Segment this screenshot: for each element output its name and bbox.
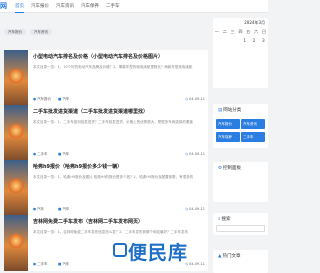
article-excerpt: 本文目录一览：1、10个好的电动汽车品牌及价格？2、哪款车型的纯电续航里程长？两… (33, 65, 193, 69)
calendar-widget: 2024年3月 一 二 三 四 五 六 日 1 2 3 (213, 18, 268, 88)
user-icon: ● (33, 207, 37, 211)
calendar-title: 2024年3月 (244, 20, 265, 25)
user-icon: ● (33, 97, 37, 101)
calendar-weekdays: 一 二 三 四 五 六 日 (213, 29, 268, 35)
user-icon: ● (33, 152, 37, 156)
weekday-label: 五 (246, 29, 251, 34)
folder-icon: ■ (58, 152, 62, 156)
gear-icon: ⚙ (218, 166, 223, 171)
article-title[interactable]: 吉林网免费二手车发布（吉林网二手车发布网页） (33, 218, 205, 225)
nav-item-news[interactable]: 汽车资讯 (56, 0, 74, 13)
site-logo[interactable]: 网 (0, 1, 7, 11)
article-thumbnail[interactable] (4, 105, 28, 161)
categories-widget: ▤网站分类 汽车报价 汽车资讯 汽车保养 二手车 (213, 104, 268, 148)
calendar-day[interactable]: 1 (243, 38, 246, 43)
article-title[interactable]: 小型电动汽车排名及价格（小型电动汽车排名及价格图片） (33, 53, 205, 60)
category-link[interactable]: 汽车报价 (216, 119, 240, 129)
article-date: ◷04-09-11 (185, 152, 205, 156)
article-card[interactable]: 哈弗h9报价（哈弗h9报价多少钱一辆） 本文目录一览：1、哈弗H9报价及图片 哈… (4, 160, 208, 216)
breadcrumb-tag[interactable]: 汽车资讯 (30, 29, 52, 35)
article-thumbnail[interactable] (4, 50, 28, 106)
article-category[interactable]: ■汽车 (58, 96, 69, 102)
article-author[interactable]: ●汽车报价 (33, 96, 51, 102)
nav-item-quotes[interactable]: 汽车报价 (31, 0, 49, 13)
article-excerpt: 本文目录一览：1、二手车如何批发进货？二手车批发进货，价格上的优势很大，是很多车… (33, 120, 193, 124)
category-link[interactable]: 汽车资讯 (241, 119, 265, 129)
article-date: ◷04-09-11 (185, 207, 205, 211)
weekday-label: 一 (214, 29, 219, 34)
weekday-label: 二 (222, 29, 227, 34)
article-excerpt: 本文目录一览：1、哈弗H9报价及图片 哈弗H9的报价是多少钱？2、哈弗H9报价及… (33, 175, 194, 179)
hot-articles-heading: ▲热门文章 (218, 254, 241, 259)
watermark-text: 便民库 (128, 242, 189, 264)
search-icon: ⌕ (218, 217, 221, 222)
article-meta: ●二手车 ■汽车 ◷04-09-11 (33, 151, 205, 157)
nav-menu: 首页 汽车报价 汽车资讯 汽车保养 二手车 (15, 0, 120, 13)
category-link[interactable]: 二手车 (241, 132, 265, 142)
calendar-day[interactable]: 2 (253, 38, 256, 43)
article-meta: ●汽车 ■汽车 ◷04-09-11 (33, 206, 205, 212)
article-author[interactable]: ●二手车 (33, 151, 48, 157)
article-category[interactable]: ■汽车 (58, 206, 69, 212)
nav-item-home[interactable]: 首页 (15, 0, 24, 13)
article-author[interactable]: ●汽车 (33, 206, 44, 212)
article-title[interactable]: 二手车批发进货渠道（二手车批发进货渠道哪里找） (33, 108, 205, 115)
weekday-label: 四 (238, 29, 243, 34)
article-category[interactable]: ■汽车 (58, 151, 69, 157)
hot-articles-widget: ▲热门文章 (213, 250, 268, 273)
breadcrumb-tag[interactable]: 汽车报价 (4, 29, 26, 35)
search-input[interactable] (216, 225, 265, 232)
article-card[interactable]: 小型电动汽车排名及价格（小型电动汽车排名及价格图片） 本文目录一览：1、10个好… (4, 50, 208, 106)
clock-icon: ◷ (185, 152, 189, 156)
article-meta: ●汽车报价 ■汽车 ◷04-09-11 (33, 96, 205, 102)
control-panel-heading: ⚙控制面板 (218, 166, 242, 171)
calendar-week: 1 2 3 (213, 38, 268, 43)
category-link[interactable]: 汽车保养 (216, 132, 240, 142)
article-thumbnail[interactable] (4, 215, 28, 271)
article-date: ◷04-09-11 (185, 97, 205, 101)
list-icon: ▤ (218, 108, 223, 113)
folder-icon: ■ (58, 262, 62, 266)
search-widget: ⌕搜索 (213, 213, 268, 235)
fire-icon: ▲ (218, 254, 222, 259)
calendar-day[interactable]: 3 (262, 38, 265, 43)
folder-icon: ■ (58, 207, 62, 211)
clock-icon: ◷ (185, 207, 189, 211)
watermark-logo (113, 243, 127, 257)
control-panel-widget: ⚙控制面板 (213, 162, 268, 202)
weekday-label: 三 (230, 29, 235, 34)
article-thumbnail[interactable] (4, 160, 28, 216)
article-card[interactable]: 二手车批发进货渠道（二手车批发进货渠道哪里找） 本文目录一览：1、二手车如何批发… (4, 105, 208, 161)
nav-item-maintenance[interactable]: 汽车保养 (81, 0, 99, 13)
article-category[interactable]: ■汽车 (58, 261, 69, 267)
search-heading: ⌕搜索 (218, 217, 231, 222)
nav-item-used-cars[interactable]: 二手车 (106, 0, 120, 13)
weekday-label: 六 (254, 29, 259, 34)
article-author[interactable]: ●二手车 (33, 261, 48, 267)
categories-heading: ▤网站分类 (218, 108, 242, 113)
weekday-label: 日 (261, 29, 266, 34)
breadcrumb: 汽车报价 汽车资讯 (4, 29, 52, 35)
user-icon: ● (33, 262, 37, 266)
folder-icon: ■ (58, 97, 62, 101)
article-title[interactable]: 哈弗h9报价（哈弗h9报价多少钱一辆） (33, 163, 205, 170)
clock-icon: ◷ (185, 97, 189, 101)
top-navigation: 网 首页 汽车报价 汽车资讯 汽车保养 二手车 (0, 0, 268, 13)
